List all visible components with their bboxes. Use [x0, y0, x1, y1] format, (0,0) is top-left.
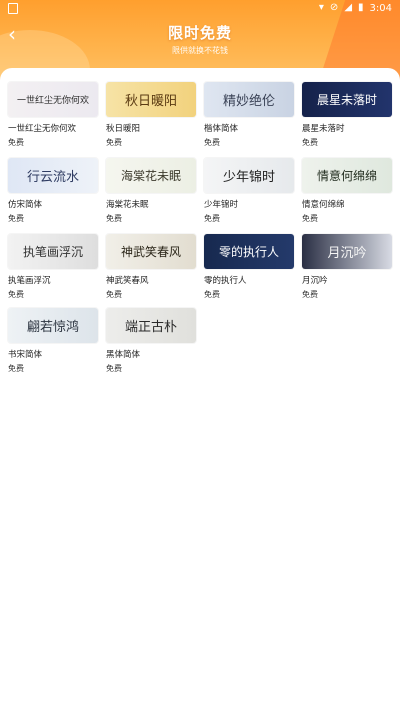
- font-preview-image[interactable]: 秋日暖阳: [106, 82, 196, 117]
- font-item[interactable]: 少年锦时 少年锦时 免费: [204, 158, 294, 224]
- font-preview-image[interactable]: 翩若惊鸿: [8, 308, 98, 343]
- font-item[interactable]: 精妙绝伦楷体简体免费: [204, 82, 294, 148]
- font-price: 免费: [106, 138, 122, 147]
- font-item[interactable]: 情意何绵绵 情意何绵绵 免费: [302, 158, 392, 224]
- font-item[interactable]: 海棠花未眠 海棠花未眠 免费: [106, 158, 196, 224]
- font-name: 仿宋简体: [8, 200, 43, 210]
- font-name: 执笔画浮沉: [8, 276, 51, 286]
- font-preview-image[interactable]: 海棠花未眠: [106, 158, 196, 193]
- font-item[interactable]: 秋日暖阳 秋日暖阳 免费: [106, 82, 196, 148]
- font-preview-image[interactable]: 执笔画浮沉: [8, 234, 98, 269]
- font-name: 晨星未落时: [302, 124, 345, 134]
- status-bar: ▾ ⊘ ◢ ▮ 3:04: [0, 0, 400, 16]
- font-name: 少年锦时: [204, 200, 239, 210]
- font-preview-image[interactable]: 月沉吟: [302, 234, 392, 269]
- silent-icon: ⊘: [329, 2, 339, 13]
- font-name: 一世红尘无你何欢: [8, 124, 77, 134]
- font-name: 月沉吟: [302, 276, 328, 286]
- wifi-icon: ▾: [318, 2, 324, 13]
- font-price: 免费: [8, 364, 24, 373]
- content-card: 一世红尘无你何欢 一世红尘无你何欢 免费 秋日暖阳 秋日暖阳 免费 精妙绝伦 楷体简体 免费 晨星…: [0, 68, 400, 723]
- signal-icon: ◢: [344, 2, 353, 13]
- font-preview-image[interactable]: 晨星未落时: [302, 82, 392, 117]
- font-name: 书宋简体: [8, 350, 43, 360]
- font-item[interactable]: 月沉吟 月沉吟 免费: [302, 234, 392, 300]
- font-price: 免费: [8, 214, 24, 223]
- font-item[interactable]: 行云流水仿宋简体免费: [8, 158, 98, 224]
- font-item[interactable]: 翩若惊鸿书宋简体免费: [8, 308, 98, 374]
- font-item[interactable]: 神武笑春风 神武笑春风 免费: [106, 234, 196, 300]
- font-price: 免费: [106, 290, 122, 299]
- font-price: 免费: [106, 364, 122, 373]
- font-item[interactable]: 一世红尘无你何欢 一世红尘无你何欢 免费: [8, 82, 98, 148]
- font-price: 免费: [106, 214, 122, 223]
- battery-icon: ▮: [358, 2, 364, 13]
- font-preview-image[interactable]: 少年锦时: [204, 158, 294, 193]
- font-item[interactable]: 端正古朴黑体简体免费: [106, 308, 196, 374]
- font-preview-image[interactable]: 零的执行人: [204, 234, 294, 269]
- font-name: 零的执行人: [204, 276, 247, 286]
- font-name: 神武笑春风: [106, 276, 149, 286]
- app-notification-icon: [8, 2, 18, 14]
- font-name: 楷体简体: [204, 124, 239, 134]
- font-item[interactable]: 零的执行人 零的执行人 免费: [204, 234, 294, 300]
- title-block: 限时免费 限供就换不花钱: [0, 22, 400, 56]
- font-item[interactable]: 晨星未落时 晨星未落时 免费: [302, 82, 392, 148]
- page-subtitle: 限供就换不花钱: [172, 46, 228, 55]
- font-price: 免费: [8, 290, 24, 299]
- font-name: 秋日暖阳: [106, 124, 141, 134]
- status-time: 3:04: [369, 2, 392, 14]
- font-name: 海棠花未眠: [106, 200, 149, 210]
- font-price: 免费: [302, 290, 318, 299]
- font-name: 情意何绵绵: [302, 200, 345, 210]
- font-price: 免费: [204, 138, 220, 147]
- font-price: 免费: [302, 214, 318, 223]
- page-title: 限时免费: [167, 24, 232, 42]
- font-item[interactable]: 执笔画浮沉 执笔画浮沉 免费: [8, 234, 98, 300]
- font-preview-image[interactable]: 行云流水: [8, 158, 98, 193]
- font-price: 免费: [204, 214, 220, 223]
- font-preview-image[interactable]: 端正古朴: [106, 308, 196, 343]
- font-preview-image[interactable]: 一世红尘无你何欢: [8, 82, 98, 117]
- font-preview-image[interactable]: 情意何绵绵: [302, 158, 392, 193]
- font-price: 免费: [8, 138, 24, 147]
- font-price: 免费: [302, 138, 318, 147]
- font-name: 黑体简体: [106, 350, 141, 360]
- font-preview-image[interactable]: 精妙绝伦: [204, 82, 294, 117]
- font-price: 免费: [204, 290, 220, 299]
- font-preview-image[interactable]: 神武笑春风: [106, 234, 196, 269]
